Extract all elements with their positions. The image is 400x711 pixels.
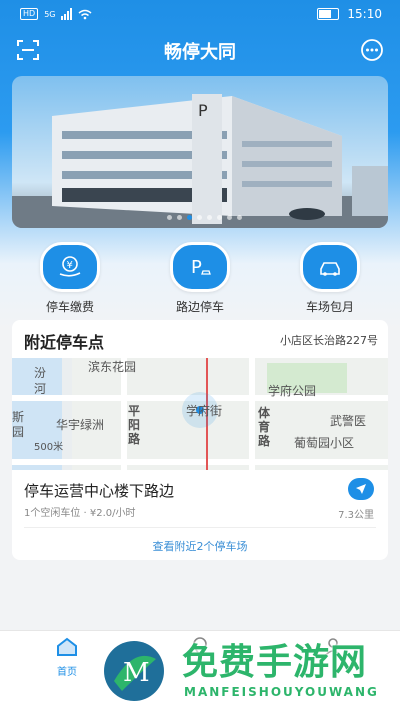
roadside-parking-button[interactable]: P 路边停车 xyxy=(155,242,245,315)
current-address: 小店区长治路227号 xyxy=(280,334,378,347)
banner-carousel[interactable]: P xyxy=(12,76,388,228)
map-scale: 500米 xyxy=(34,442,64,453)
map-label: 路 xyxy=(258,434,271,448)
map-label: 滨东花园 xyxy=(88,360,137,374)
map-label: 武警医 xyxy=(330,414,367,428)
parking-building-image: P xyxy=(12,94,388,228)
status-bar: HD 5G 15:10 xyxy=(0,0,400,30)
parking-p-icon: P xyxy=(170,242,230,292)
svg-text:¥: ¥ xyxy=(67,260,73,271)
car-icon xyxy=(300,242,360,292)
parking-lot-name[interactable]: 停车运营中心楼下路边 xyxy=(24,480,174,501)
app-title: 畅停大同 xyxy=(164,42,236,63)
watermark-logo-letter: M xyxy=(123,658,150,688)
wifi-icon xyxy=(79,9,92,19)
quick-action-label: 路边停车 xyxy=(175,300,224,314)
monthly-pass-button[interactable]: 车场包月 xyxy=(285,242,375,315)
navigation-arrow-icon xyxy=(356,484,366,494)
signal-label: 5G xyxy=(44,9,56,19)
map-label: 华宇绿洲 xyxy=(56,418,105,432)
card-header: 附近停车点 小店区长治路227号 xyxy=(12,320,388,358)
parking-lot-info: 1个空闲车位 · ¥2.0/小时 xyxy=(24,508,136,519)
watermark-text: 免费手游网 xyxy=(182,642,368,683)
signal-icon xyxy=(61,8,73,20)
map-label: 汾 xyxy=(34,366,47,380)
tab-home[interactable]: 首页 xyxy=(42,637,92,678)
tab-label: 首页 xyxy=(57,667,77,678)
quick-action-label: 停车缴费 xyxy=(45,300,94,314)
svg-text:P: P xyxy=(198,101,208,120)
map-label: 葡萄园小区 xyxy=(294,436,355,450)
top-bar: 畅停大同 xyxy=(0,30,400,70)
map-label: 学府街 xyxy=(186,404,223,418)
map-label: 园 xyxy=(12,425,25,439)
watermark-subtext: MANFEISHOUYOUWANG xyxy=(184,685,379,699)
parking-payment-button[interactable]: ¥ 停车缴费 xyxy=(25,242,115,315)
map-label: 河 xyxy=(34,382,47,396)
battery-icon xyxy=(317,8,340,20)
yuan-hand-icon: ¥ xyxy=(40,242,100,292)
home-icon xyxy=(57,637,77,656)
watermark-logo-icon: M xyxy=(104,641,164,701)
quick-actions: ¥ 停车缴费 P 路边停车 车场包月 xyxy=(0,242,400,315)
carousel-dots xyxy=(167,215,242,220)
network-chip: HD xyxy=(20,8,39,20)
parking-distance: 7.3公里 xyxy=(338,510,374,521)
more-options-icon[interactable] xyxy=(360,38,384,62)
view-more-link[interactable]: 查看附近2个停车场 xyxy=(12,538,388,554)
clock: 15:10 xyxy=(347,7,382,21)
navigate-button[interactable] xyxy=(348,478,374,500)
map-label: 路 xyxy=(128,432,141,446)
divider xyxy=(24,527,376,528)
nearby-title: 附近停车点 xyxy=(24,333,105,352)
nearby-parking-card: 附近停车点 小店区长治路227号 滨东花园 汾 河 学府公园 斯 园 华宇绿洲 … xyxy=(12,320,388,560)
map-view[interactable]: 滨东花园 汾 河 学府公园 斯 园 华宇绿洲 平 阳 路 学府街 体 育 路 武… xyxy=(12,358,388,470)
map-label: 学府公园 xyxy=(268,384,317,398)
svg-text:P: P xyxy=(191,257,202,278)
quick-action-label: 车场包月 xyxy=(305,300,354,314)
watermark: M 免费手游网 MANFEISHOUYOUWANG xyxy=(100,633,400,711)
